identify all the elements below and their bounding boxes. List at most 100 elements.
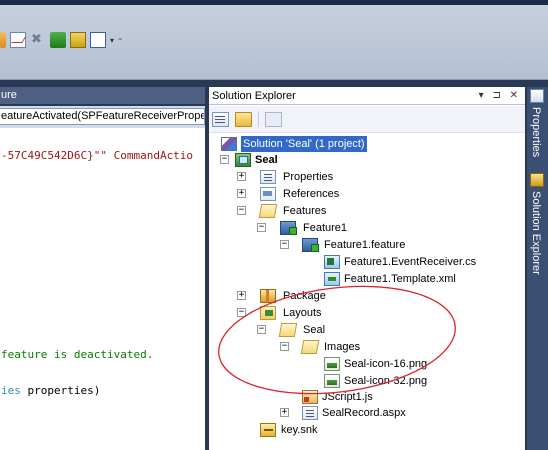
collapse-toggle[interactable]: − bbox=[237, 206, 246, 215]
tree-item-features[interactable]: − Features bbox=[209, 203, 525, 219]
collapse-toggle[interactable]: − bbox=[280, 342, 289, 351]
main-toolbar: ▾ ⁼ bbox=[0, 0, 548, 80]
package-icon bbox=[260, 289, 276, 303]
code-comment: feature is deactivated. bbox=[1, 348, 154, 361]
aspx-file-icon bbox=[302, 406, 318, 420]
tree-item-label: Solution 'Seal' (1 project) bbox=[241, 136, 367, 152]
expand-toggle[interactable]: + bbox=[237, 291, 246, 300]
tab-solution-explorer[interactable]: Solution Explorer bbox=[527, 171, 548, 281]
tree-item-label: Feature1.feature bbox=[324, 239, 406, 251]
tree-item-label: Seal bbox=[255, 154, 278, 166]
solution-icon bbox=[221, 137, 237, 151]
toolbar-overflow-icon[interactable]: ⁼ bbox=[118, 36, 122, 45]
properties-icon bbox=[530, 89, 544, 103]
js-file-icon bbox=[302, 390, 318, 404]
editor-tab-title[interactable]: ure bbox=[0, 87, 205, 104]
feature-icon bbox=[280, 221, 297, 235]
tab-label: Solution Explorer bbox=[530, 191, 542, 275]
tree-item-label: Layouts bbox=[283, 307, 322, 319]
panel-window-controls[interactable]: ▾ ⊐ ✕ bbox=[479, 87, 521, 105]
png-file-icon bbox=[324, 374, 340, 388]
solution-explorer-panel: Solution Explorer ▾ ⊐ ✕ Solution 'Seal' … bbox=[209, 87, 525, 450]
expand-toggle[interactable]: + bbox=[237, 172, 246, 181]
show-all-files-icon[interactable] bbox=[235, 111, 252, 127]
png-file-icon bbox=[324, 357, 340, 371]
code-type: ies bbox=[1, 384, 21, 397]
code-line: feature is deactivated. bbox=[1, 348, 153, 361]
tree-item-seal-icon-32[interactable]: Seal-icon-32.png bbox=[209, 373, 525, 389]
toolbar-separator bbox=[258, 111, 259, 127]
expand-toggle[interactable]: + bbox=[280, 408, 289, 417]
tree-item-label: Feature1.Template.xml bbox=[344, 273, 456, 285]
tree-item-project[interactable]: − Seal bbox=[209, 152, 525, 168]
references-icon bbox=[260, 187, 276, 201]
menu-strip bbox=[0, 0, 548, 5]
toolbar-window-icon[interactable] bbox=[90, 32, 106, 48]
code-editor[interactable]: -57C49C542D6C}"" CommandActio feature is… bbox=[0, 128, 205, 450]
tree-item-label: References bbox=[283, 188, 340, 200]
tree-item-layouts[interactable]: − Layouts bbox=[209, 305, 525, 321]
tree-item-event-receiver[interactable]: Feature1.EventReceiver.cs bbox=[209, 254, 525, 270]
tree-item-seal-folder[interactable]: − Seal bbox=[209, 322, 525, 338]
tab-properties[interactable]: Properties bbox=[527, 87, 548, 167]
tree-item-jscript[interactable]: JScript1.js bbox=[209, 389, 525, 405]
properties-icon bbox=[260, 170, 276, 184]
tree-item-solution[interactable]: Solution 'Seal' (1 project) bbox=[209, 136, 525, 152]
properties-icon[interactable] bbox=[212, 111, 229, 127]
tree-item-package[interactable]: + Package bbox=[209, 288, 525, 304]
folder-open-icon bbox=[278, 323, 298, 337]
toolbar-mail-icon[interactable] bbox=[10, 32, 26, 48]
xml-file-icon bbox=[324, 272, 340, 286]
cs-file-icon bbox=[324, 255, 340, 269]
tree-item-label: Package bbox=[283, 290, 326, 302]
tree-item-label: Images bbox=[324, 341, 361, 353]
tree-item-label: Seal bbox=[303, 324, 326, 336]
collapse-toggle[interactable]: − bbox=[257, 223, 266, 232]
project-icon bbox=[235, 153, 251, 167]
collapse-toggle[interactable]: − bbox=[220, 155, 229, 164]
editor-navigation-bar: eatureActivated(SPFeatureReceiverPrope bbox=[0, 106, 205, 128]
tree-item-key[interactable]: key.snk bbox=[209, 422, 525, 438]
tree-item-label: Seal-icon-32.png bbox=[344, 375, 428, 387]
toolbar-import-icon[interactable] bbox=[50, 32, 66, 48]
code-text: properties) bbox=[20, 384, 101, 397]
tree-item-template-xml[interactable]: Feature1.Template.xml bbox=[209, 271, 525, 287]
feature-file-icon bbox=[302, 238, 319, 252]
tree-item-label: Features bbox=[283, 205, 327, 217]
tree-item-images[interactable]: − Images bbox=[209, 339, 525, 355]
key-file-icon bbox=[260, 423, 276, 437]
tree-item-feature-file[interactable]: − Feature1.feature bbox=[209, 237, 525, 253]
layouts-folder-icon bbox=[260, 306, 276, 320]
collapse-toggle[interactable]: − bbox=[237, 308, 246, 317]
tab-label: Properties bbox=[530, 107, 542, 158]
tree-item-label: Feature1.EventReceiver.cs bbox=[344, 256, 477, 268]
code-line: ies properties) bbox=[1, 384, 100, 397]
collapse-toggle[interactable]: − bbox=[280, 240, 289, 249]
code-line: -57C49C542D6C}"" CommandActio bbox=[1, 149, 193, 162]
tree-item-label: JScript1.js bbox=[322, 391, 373, 403]
solution-tree[interactable]: Solution 'Seal' (1 project) − Seal + Pro… bbox=[209, 133, 525, 450]
collapse-toggle[interactable]: − bbox=[257, 325, 266, 334]
expand-toggle[interactable]: + bbox=[237, 189, 246, 198]
solution-explorer-title-bar[interactable]: Solution Explorer ▾ ⊐ ✕ bbox=[209, 87, 525, 105]
refresh-icon[interactable] bbox=[265, 111, 282, 127]
toolbar-chart-icon[interactable] bbox=[70, 32, 86, 48]
code-string: -57C49C542D6C}"" CommandActio bbox=[1, 149, 194, 162]
toolbar-tools-icon[interactable] bbox=[30, 31, 46, 48]
toolbar-open-icon[interactable] bbox=[0, 32, 6, 48]
tree-item-label: SealRecord.aspx bbox=[322, 407, 406, 419]
member-dropdown[interactable]: eatureActivated(SPFeatureReceiverPrope bbox=[0, 108, 205, 125]
tree-item-label: key.snk bbox=[281, 424, 318, 436]
solution-explorer-toolbar bbox=[209, 106, 525, 133]
side-tab-strip: Properties Solution Explorer bbox=[527, 87, 548, 450]
folder-open-icon bbox=[300, 340, 320, 354]
toolbar-dropdown-caret[interactable]: ▾ bbox=[110, 36, 114, 45]
tree-item-feature1[interactable]: − Feature1 bbox=[209, 220, 525, 236]
tree-item-seal-icon-16[interactable]: Seal-icon-16.png bbox=[209, 356, 525, 372]
panel-title: Solution Explorer bbox=[212, 90, 296, 102]
toolbar-buttons: ▾ ⁼ bbox=[0, 30, 122, 50]
tree-item-seal-record[interactable]: + SealRecord.aspx bbox=[209, 405, 525, 421]
tree-item-references[interactable]: + References bbox=[209, 186, 525, 202]
solution-explorer-icon bbox=[530, 173, 544, 187]
tree-item-properties[interactable]: + Properties bbox=[209, 169, 525, 185]
